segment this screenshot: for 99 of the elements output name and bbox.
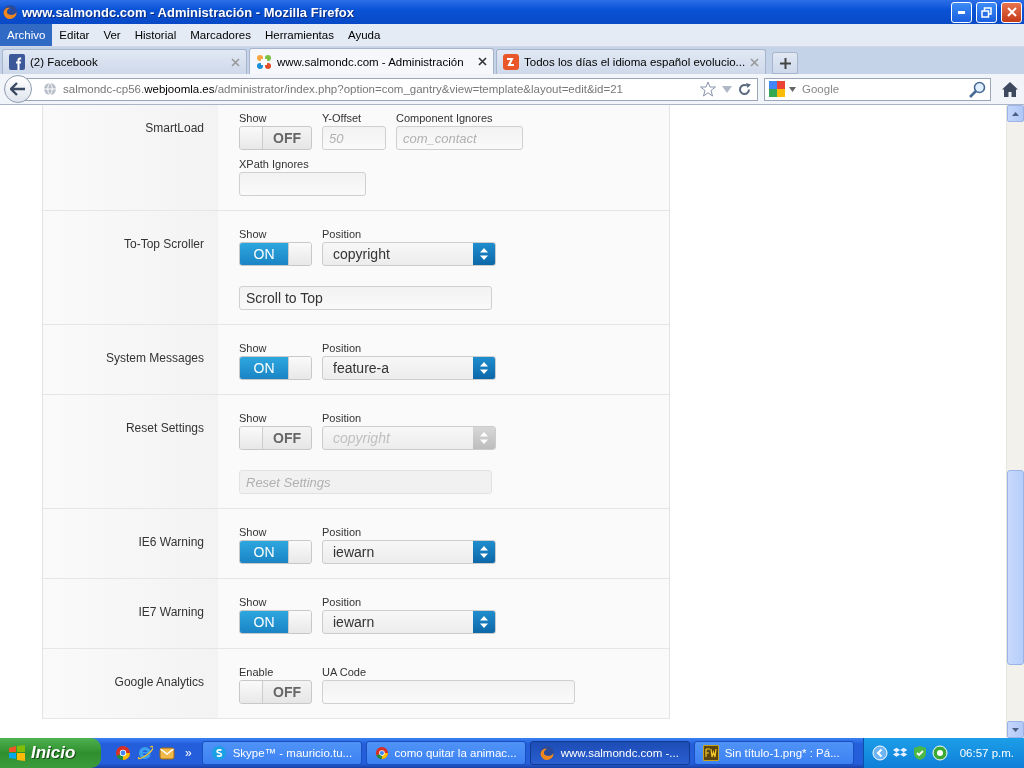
close-button[interactable] bbox=[1001, 1, 1022, 23]
firefox-logo-icon bbox=[538, 745, 555, 761]
text-field[interactable] bbox=[322, 680, 575, 704]
field-caption: Position bbox=[322, 342, 363, 355]
close-icon bbox=[1006, 7, 1017, 17]
toggle-switch[interactable]: OFF bbox=[239, 426, 312, 450]
menu-item[interactable]: Historial bbox=[127, 24, 184, 46]
address-field[interactable]: salmondc-cp56.webjoomla.es/administrator/index.php?option=com_gantry&view=template&layout=edit&id=21 bbox=[24, 77, 758, 101]
search-bar[interactable]: Google bbox=[764, 77, 991, 101]
close-icon bbox=[231, 57, 240, 67]
firefox-logo-icon bbox=[2, 4, 18, 20]
dropdown-triangle-icon bbox=[722, 85, 732, 93]
setting-label: Reset Settings bbox=[125, 421, 204, 435]
plus-icon bbox=[779, 57, 791, 69]
status-circle-icon bbox=[931, 745, 948, 761]
globe-icon bbox=[43, 82, 57, 96]
menu-item[interactable]: Ayuda bbox=[340, 24, 388, 46]
field-caption: Show bbox=[239, 526, 268, 539]
field-caption: Show bbox=[239, 112, 268, 125]
menu-item[interactable]: Herramientas bbox=[257, 24, 341, 46]
chrome-logo-icon bbox=[115, 745, 131, 761]
menu-item[interactable]: Editar bbox=[52, 24, 97, 46]
close-icon bbox=[478, 57, 487, 66]
toggle-switch[interactable]: OFF bbox=[239, 680, 312, 704]
facebook-logo-icon bbox=[9, 54, 25, 70]
position-dropdown[interactable]: iewarn bbox=[322, 540, 496, 564]
chrome-logo-icon bbox=[374, 745, 389, 761]
field-caption: Position bbox=[322, 228, 363, 241]
position-dropdown[interactable]: copyright bbox=[322, 242, 496, 266]
text-field[interactable] bbox=[239, 172, 366, 196]
updown-arrows-icon bbox=[480, 432, 488, 444]
close-icon bbox=[750, 57, 760, 67]
field-caption: Y-Offset bbox=[322, 112, 363, 125]
setting-label: IE7 Warning bbox=[138, 605, 204, 619]
search-icon bbox=[969, 80, 986, 98]
taskbar-button[interactable]: www.salmondc.com -... bbox=[529, 741, 690, 765]
back-arrow-icon bbox=[10, 82, 26, 96]
setting-label: Google Analytics bbox=[114, 675, 204, 689]
google-logo-icon bbox=[769, 81, 785, 97]
text-field[interactable]: Scroll to Top bbox=[239, 286, 492, 310]
setting-label: To-Top Scroller bbox=[123, 237, 204, 251]
back-button[interactable] bbox=[4, 75, 32, 103]
field-caption: UA Code bbox=[322, 666, 368, 679]
star-icon bbox=[700, 81, 716, 97]
new-tab-button[interactable] bbox=[772, 52, 799, 74]
scrollbar-thumb[interactable] bbox=[1007, 470, 1024, 665]
fireworks-logo-icon bbox=[702, 745, 719, 761]
browser-tab[interactable]: www.salmondc.com - Administración bbox=[249, 48, 494, 74]
field-caption: Enable bbox=[239, 666, 275, 679]
setting-label: SmartLoad bbox=[145, 121, 204, 135]
internet-explorer-icon bbox=[137, 745, 153, 761]
field-caption: Show bbox=[239, 228, 268, 241]
skype-logo-icon bbox=[210, 745, 227, 761]
joomla-logo-icon bbox=[256, 53, 272, 70]
field-caption: Show bbox=[239, 412, 268, 425]
position-dropdown[interactable]: feature-a bbox=[322, 356, 496, 380]
setting-label: IE6 Warning bbox=[138, 535, 204, 549]
minimize-button[interactable] bbox=[951, 1, 972, 23]
down-arrow-icon bbox=[1012, 727, 1019, 732]
text-field[interactable]: com_contact bbox=[396, 126, 523, 150]
site-favicon-icon bbox=[503, 54, 519, 70]
mail-client-icon bbox=[159, 745, 175, 761]
text-field[interactable]: 50 bbox=[322, 126, 386, 150]
field-caption: Position bbox=[322, 526, 363, 539]
menu-item[interactable]: Ver bbox=[96, 24, 128, 46]
tray-expand-icon bbox=[871, 745, 888, 761]
menu-item[interactable]: Marcadores bbox=[183, 24, 258, 46]
browser-tab[interactable]: Todos los días el idioma español evolucio... bbox=[496, 49, 767, 74]
window-title: www.salmondc.com - Administración - Mozilla Firefox bbox=[22, 4, 356, 20]
reload-icon bbox=[738, 82, 751, 96]
home-icon bbox=[1002, 81, 1018, 97]
setting-label: System Messages bbox=[105, 351, 204, 365]
shield-check-icon bbox=[911, 745, 928, 761]
toggle-switch[interactable]: OFF bbox=[239, 126, 312, 150]
menu-item[interactable]: Archivo bbox=[0, 24, 53, 46]
start-button[interactable]: Inicio bbox=[0, 738, 101, 768]
field-caption: Show bbox=[239, 596, 268, 609]
clock: 06:57 p.m. bbox=[959, 747, 1014, 759]
up-arrow-icon bbox=[1012, 111, 1019, 116]
position-dropdown[interactable]: iewarn bbox=[322, 610, 496, 634]
minimize-icon bbox=[958, 10, 965, 14]
field-caption: Component Ignores bbox=[396, 112, 494, 125]
windows-logo-icon bbox=[8, 745, 26, 761]
field-caption: XPath Ignores bbox=[239, 158, 310, 171]
restore-icon bbox=[981, 6, 992, 18]
field-caption: Show bbox=[239, 342, 268, 355]
browser-tab[interactable]: (2) Facebook bbox=[2, 49, 247, 74]
updown-arrows-icon bbox=[480, 546, 488, 558]
updown-arrows-icon bbox=[480, 616, 488, 628]
updown-arrows-icon bbox=[480, 248, 488, 260]
vertical-scrollbar[interactable] bbox=[1006, 105, 1024, 738]
home-button[interactable] bbox=[1002, 81, 1018, 97]
updown-arrows-icon bbox=[480, 362, 488, 374]
overflow-chevron[interactable]: » bbox=[185, 746, 192, 760]
restore-button[interactable] bbox=[976, 1, 997, 23]
search-field[interactable]: Google bbox=[800, 82, 965, 96]
field-caption: Position bbox=[322, 596, 363, 609]
field-caption: Position bbox=[322, 412, 363, 425]
dropdown-triangle-icon bbox=[789, 86, 796, 92]
